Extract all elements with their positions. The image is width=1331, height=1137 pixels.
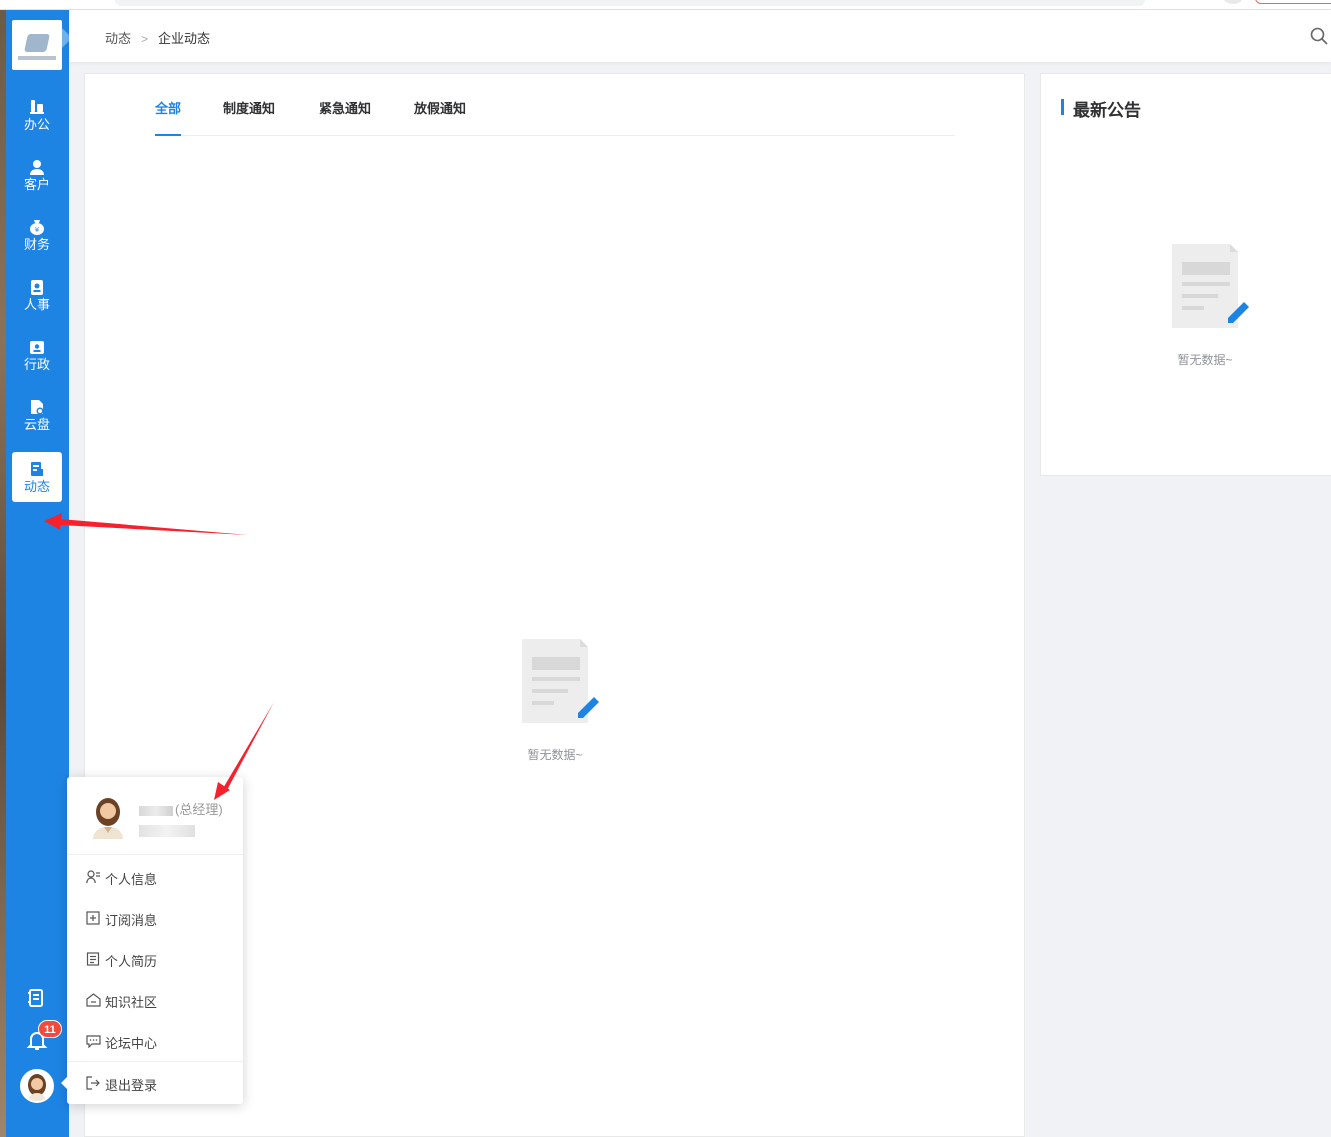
- browser-action-pill[interactable]: [1255, 0, 1331, 4]
- nav-label: 办公: [23, 117, 50, 132]
- menu-item-label: 论坛中心: [105, 1036, 158, 1051]
- news-tabs: 全部 制度通知 紧急通知 放假通知: [155, 98, 955, 136]
- tab-holiday-notice[interactable]: 放假通知: [414, 98, 466, 136]
- nav-label: 动态: [23, 479, 50, 494]
- empty-text: 暂无数据~: [527, 748, 583, 762]
- nav-label: 人事: [23, 297, 50, 312]
- nav-label: 客户: [23, 177, 50, 192]
- news-icon: [31, 462, 43, 476]
- empty-document-icon: [522, 639, 599, 723]
- menu-item-label: 个人简历: [105, 954, 158, 969]
- empty-state: 暂无数据~: [505, 637, 605, 763]
- avatar-icon: [28, 1074, 46, 1101]
- nav-label: 财务: [23, 237, 50, 252]
- breadcrumb-separator-icon: >: [141, 32, 149, 46]
- resume-icon: [86, 952, 100, 966]
- tab-all[interactable]: 全部: [155, 98, 182, 136]
- announcements-panel: 最新公告 暂无数据~: [1040, 73, 1331, 476]
- user-menu-popover: (总经理) 个人信息 订阅消息 个人简历 知识社区 论坛中心 退出登录: [61, 777, 243, 1104]
- breadcrumb-item[interactable]: 动态: [105, 31, 131, 46]
- breadcrumb-current: 企业动态: [158, 31, 211, 46]
- address-book-icon[interactable]: [26, 988, 46, 1013]
- menu-item-label: 退出登录: [105, 1078, 158, 1093]
- tab-urgent-notice[interactable]: 紧急通知: [319, 98, 371, 136]
- menu-divider: [67, 1061, 243, 1062]
- menu-item-label: 个人信息: [105, 872, 158, 887]
- nav-item-hr[interactable]: 人事: [12, 270, 62, 320]
- menu-item-resume[interactable]: 个人简历: [67, 939, 243, 979]
- finance-icon: ¥: [30, 220, 44, 235]
- menu-item-logout[interactable]: 退出登录: [67, 1063, 243, 1103]
- user-profile-summary: (总经理): [67, 777, 243, 855]
- logout-icon: [86, 1076, 100, 1090]
- nav-item-finance[interactable]: ¥ 财务: [12, 210, 62, 260]
- svg-text:¥: ¥: [35, 226, 40, 234]
- redacted-name: [139, 805, 173, 816]
- customer-icon: [30, 160, 44, 175]
- menu-item-knowledge[interactable]: 知识社区: [67, 980, 243, 1020]
- menu-item-label: 订阅消息: [105, 913, 158, 928]
- logo-mark: [24, 34, 50, 52]
- profile-dot: [1224, 0, 1242, 4]
- user-avatar-icon: [93, 798, 123, 839]
- company-logo[interactable]: [12, 20, 62, 70]
- announcements-title: 最新公告: [1073, 101, 1141, 120]
- nav-item-admin[interactable]: 行政: [12, 330, 62, 380]
- search-icon[interactable]: [1309, 26, 1329, 51]
- browser-chrome: [0, 0, 1331, 10]
- empty-state: 暂无数据~: [1155, 242, 1255, 368]
- empty-document-icon: [1172, 244, 1249, 328]
- subscribe-icon: [86, 911, 100, 925]
- tab-policy-notice[interactable]: 制度通知: [223, 98, 275, 136]
- user-info-icon: [86, 870, 100, 884]
- menu-item-profile[interactable]: 个人信息: [67, 857, 243, 897]
- forum-icon: [86, 1035, 101, 1048]
- admin-icon: [30, 341, 44, 354]
- nav-item-office[interactable]: 办公: [12, 90, 62, 140]
- notification-badge: 11: [38, 1020, 62, 1038]
- sidebar: 办公 客户 ¥ 财务 人事 行政 云盘 动态: [6, 10, 72, 1137]
- nav-label: 云盘: [23, 417, 50, 432]
- menu-item-label: 知识社区: [105, 995, 158, 1010]
- empty-text: 暂无数据~: [1177, 353, 1233, 367]
- user-name: (总经理): [139, 799, 223, 818]
- top-header: 动态 > 企业动态: [69, 10, 1331, 62]
- logo-text: [18, 56, 56, 60]
- nav-item-news[interactable]: 动态: [12, 452, 62, 502]
- avatar[interactable]: [20, 1069, 54, 1103]
- cloud-disk-icon: [31, 400, 44, 415]
- community-icon: [86, 993, 101, 1007]
- menu-item-forum[interactable]: 论坛中心: [67, 1021, 243, 1061]
- hr-icon: [31, 280, 43, 295]
- user-role: (总经理): [175, 802, 223, 817]
- title-accent: [1061, 99, 1064, 115]
- address-bar[interactable]: [115, 0, 1145, 6]
- menu-item-subscribe[interactable]: 订阅消息: [67, 898, 243, 938]
- redacted-department: [139, 825, 195, 837]
- nav-label: 行政: [23, 357, 50, 372]
- nav-item-customer[interactable]: 客户: [12, 150, 62, 200]
- office-icon: [30, 100, 44, 114]
- breadcrumb: 动态 > 企业动态: [105, 28, 210, 47]
- nav-item-cloud-disk[interactable]: 云盘: [12, 390, 62, 440]
